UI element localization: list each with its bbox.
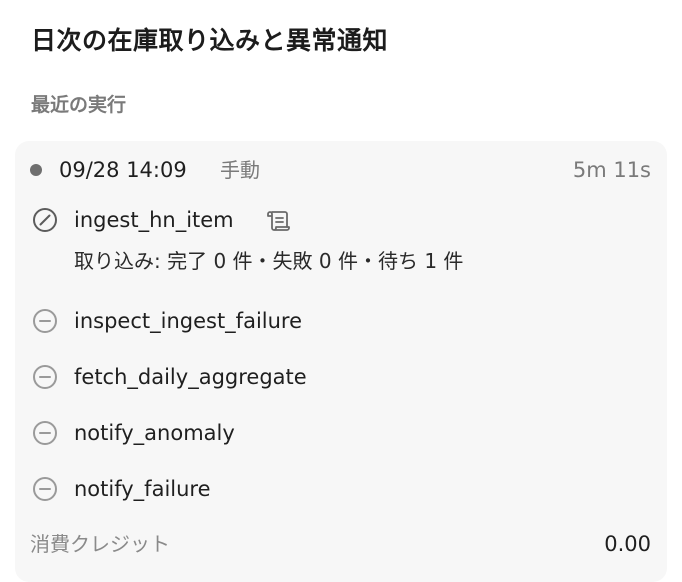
pending-circle-icon bbox=[32, 420, 58, 446]
run-card[interactable]: 09/28 14:09 手動 5m 11s ingest_hn_item 取り込… bbox=[15, 141, 667, 582]
skipped-circle-icon bbox=[32, 207, 58, 233]
step-ingest-hn-item[interactable]: ingest_hn_item bbox=[15, 200, 667, 240]
step-notify-failure[interactable]: notify_failure bbox=[15, 469, 667, 509]
step-name: ingest_hn_item bbox=[74, 208, 234, 232]
step-notify-anomaly[interactable]: notify_anomaly bbox=[15, 413, 667, 453]
pending-circle-icon bbox=[32, 308, 58, 334]
credits-value: 0.00 bbox=[604, 532, 651, 556]
run-trigger: 手動 bbox=[220, 158, 260, 182]
step-fetch-daily-aggregate[interactable]: fetch_daily_aggregate bbox=[15, 357, 667, 397]
step-inspect-ingest-failure[interactable]: inspect_ingest_failure bbox=[15, 301, 667, 341]
run-duration: 5m 11s bbox=[572, 158, 651, 182]
credits-label: 消費クレジット bbox=[30, 532, 170, 556]
step-name: notify_anomaly bbox=[74, 421, 235, 445]
step-name: fetch_daily_aggregate bbox=[74, 365, 307, 389]
page-title: 日次の在庫取り込みと異常通知 bbox=[31, 26, 389, 55]
status-dot-icon bbox=[30, 164, 42, 176]
run-time: 09/28 14:09 bbox=[59, 158, 187, 182]
log-scroll-icon[interactable] bbox=[266, 208, 292, 234]
section-title-recent-runs: 最近の実行 bbox=[31, 94, 127, 116]
run-header[interactable]: 09/28 14:09 手動 5m 11s bbox=[15, 141, 667, 199]
step-summary: 取り込み: 完了 0 件・失敗 0 件・待ち 1 件 bbox=[74, 249, 464, 273]
pending-circle-icon bbox=[32, 476, 58, 502]
pending-circle-icon bbox=[32, 364, 58, 390]
step-name: notify_failure bbox=[74, 477, 211, 501]
step-name: inspect_ingest_failure bbox=[74, 309, 303, 333]
